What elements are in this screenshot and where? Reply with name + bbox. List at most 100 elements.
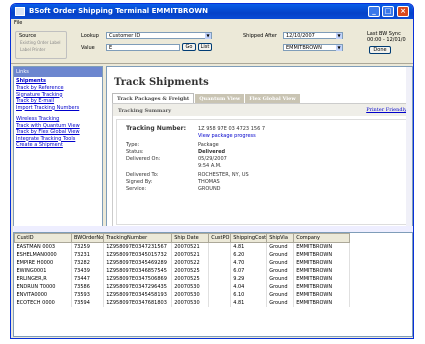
- table-cell: Ground: [266, 274, 295, 283]
- table-cell: 73447: [71, 274, 105, 283]
- table-cell: EMMITBROWN: [293, 258, 351, 267]
- delivered-to-value: ROCHESTER, NY, US: [198, 172, 249, 178]
- table-cell: 1Z958097E0346857545: [103, 266, 173, 275]
- col-custid[interactable]: CustID: [14, 233, 72, 243]
- table-cell: [208, 298, 232, 307]
- chevron-down-icon: ▼: [205, 33, 211, 39]
- tab-bar: Track Packages & Freight Quantum View Flex…: [112, 93, 301, 104]
- menu-bar: File: [11, 19, 413, 27]
- tracking-number-value: 1Z 958 97E 03 4723 156 7: [198, 126, 266, 132]
- done-button[interactable]: Done: [369, 46, 391, 54]
- col-bworderno[interactable]: BWOrderNo: [70, 233, 105, 243]
- minimize-button[interactable]: _: [368, 6, 380, 17]
- nav-create-shipment[interactable]: Create a Shipment: [14, 142, 102, 149]
- table-cell: 1Z958097E0345015732: [103, 250, 173, 259]
- table-cell: EMMITBROWN: [293, 250, 351, 259]
- col-custpo[interactable]: CustPO: [208, 233, 232, 243]
- source-option-printer[interactable]: Label Printer: [16, 47, 45, 53]
- menu-file[interactable]: File: [14, 20, 22, 26]
- shipments-grid: CustID BWOrderNo TrackingNumber Ship Dat…: [13, 232, 413, 337]
- table-row[interactable]: ERLINGER,R 73447 1Z958097E0347506869 200705…: [14, 274, 351, 283]
- table-header-row: CustID BWOrderNo TrackingNumber Ship Dat…: [14, 233, 351, 243]
- chevron-down-icon: ▼: [336, 33, 342, 39]
- table-cell: 1Z958097E0345458193: [103, 290, 173, 299]
- col-shipvia[interactable]: ShipVia: [266, 233, 295, 243]
- window-title: BSoft Order Shipping Terminal EMMITBROWN: [29, 7, 208, 15]
- table-cell: EMMITBROWN: [293, 274, 351, 283]
- user-value: EMMITBROWN: [286, 45, 322, 51]
- status-label: Status:: [126, 149, 144, 155]
- table-row[interactable]: ECOTECH 0000 73594 1Z958097E0347681803 2007…: [14, 298, 351, 307]
- table-cell: 4.81: [230, 298, 268, 307]
- tab-track-packages[interactable]: Track Packages & Freight: [112, 93, 195, 103]
- delivered-on-label: Delivered On:: [126, 156, 161, 162]
- lookup-select[interactable]: Customer ID ▼: [106, 32, 212, 39]
- table-cell: ERLINGER,R: [14, 274, 72, 283]
- table-cell: EMMITBROWN: [293, 242, 351, 251]
- list-button[interactable]: List: [198, 43, 212, 51]
- delivered-to-label: Delivered To:: [126, 172, 159, 178]
- table-cell: Ground: [266, 282, 295, 291]
- table-cell: 6.10: [230, 290, 268, 299]
- table-row[interactable]: EMPIRE H0000 73282 1Z958097E0345469289 2007…: [14, 258, 351, 267]
- table-cell: Ground: [266, 250, 295, 259]
- table-cell: 73282: [71, 258, 105, 267]
- col-shippingcost[interactable]: ShippingCost: [230, 233, 268, 243]
- table-cell: EMMITBROWN: [293, 282, 351, 291]
- table-row[interactable]: EWING0001 73439 1Z958097E0346857545 2007052…: [14, 266, 351, 275]
- table-cell: 1Z958097E0347681803: [103, 298, 173, 307]
- shipments-table: CustID BWOrderNo TrackingNumber Ship Dat…: [14, 233, 351, 307]
- tracking-number-label: Tracking Number:: [126, 125, 186, 132]
- signed-by-label: Signed By:: [126, 179, 153, 185]
- col-shipdate[interactable]: Ship Date: [171, 233, 210, 243]
- table-cell: Ground: [266, 266, 295, 275]
- table-cell: 1Z958097E0347231567: [103, 242, 173, 251]
- title-bar: BSoft Order Shipping Terminal EMMITBROWN…: [11, 4, 413, 19]
- shipped-after-label: Shipped After: [243, 33, 277, 39]
- table-cell: Ground: [266, 298, 295, 307]
- table-row[interactable]: EASTMAN 0003 73259 1Z958097E0347231567 2007…: [14, 242, 351, 251]
- close-button[interactable]: ×: [397, 6, 409, 17]
- col-company[interactable]: Company: [293, 233, 351, 243]
- table-cell: EMMITBROWN: [293, 266, 351, 275]
- table-cell: 20070521: [171, 250, 210, 259]
- app-icon: [15, 7, 25, 16]
- table-row[interactable]: ESHELMAN0000 73231 1Z958097E0345015732 2007…: [14, 250, 351, 259]
- table-cell: ENDRUN T0000: [14, 282, 72, 291]
- lookup-label: Lookup: [81, 33, 99, 39]
- vertical-scrollbar[interactable]: [406, 67, 412, 226]
- table-cell: [208, 242, 232, 251]
- go-button[interactable]: Go: [182, 43, 196, 51]
- table-cell: Ground: [266, 242, 295, 251]
- col-trackingnumber[interactable]: TrackingNumber: [103, 233, 173, 243]
- table-cell: 1Z958097E0345469289: [103, 258, 173, 267]
- table-cell: 20070530: [171, 290, 210, 299]
- table-cell: ESHELMAN0000: [14, 250, 72, 259]
- left-nav-header: Links: [14, 67, 102, 77]
- service-value: GROUND: [198, 186, 221, 192]
- shipped-after-date[interactable]: 12/10/2007 ▼: [283, 32, 343, 39]
- source-option-existing[interactable]: Existing Order Label: [16, 40, 61, 46]
- user-select[interactable]: EMMITBROWN ▼: [283, 44, 343, 51]
- table-cell: 4.04: [230, 282, 268, 291]
- table-row[interactable]: ENDRUN T0000 73586 1Z958097E0347296435 2007…: [14, 282, 351, 291]
- table-cell: 73593: [71, 290, 105, 299]
- nav-heading-shipments[interactable]: Shipments: [14, 77, 102, 85]
- value-input[interactable]: E: [106, 44, 180, 51]
- table-cell: [208, 290, 232, 299]
- maximize-button[interactable]: □: [382, 6, 394, 17]
- printer-friendly-link[interactable]: Printer Friendly: [366, 107, 407, 113]
- signed-by-value: THOMAS: [198, 179, 220, 185]
- view-progress-link[interactable]: View package progress: [198, 133, 256, 139]
- left-nav-panel: Links Shipments Track by Reference Signa…: [13, 66, 103, 227]
- table-row[interactable]: ENVITA0000 73593 1Z958097E0345458193 200705…: [14, 290, 351, 299]
- tracking-panel: Track Shipments Track Packages & Freight…: [106, 66, 413, 227]
- table-cell: EMMITBROWN: [293, 290, 351, 299]
- table-cell: 73259: [71, 242, 105, 251]
- page-title: Track Shipments: [114, 77, 209, 88]
- table-cell: 1Z958097E0347296435: [103, 282, 173, 291]
- table-cell: EMMITBROWN: [293, 298, 351, 307]
- delivered-on-value: 05/29/2007: [198, 156, 227, 162]
- source-label: Source: [19, 33, 37, 39]
- table-cell: 73231: [71, 250, 105, 259]
